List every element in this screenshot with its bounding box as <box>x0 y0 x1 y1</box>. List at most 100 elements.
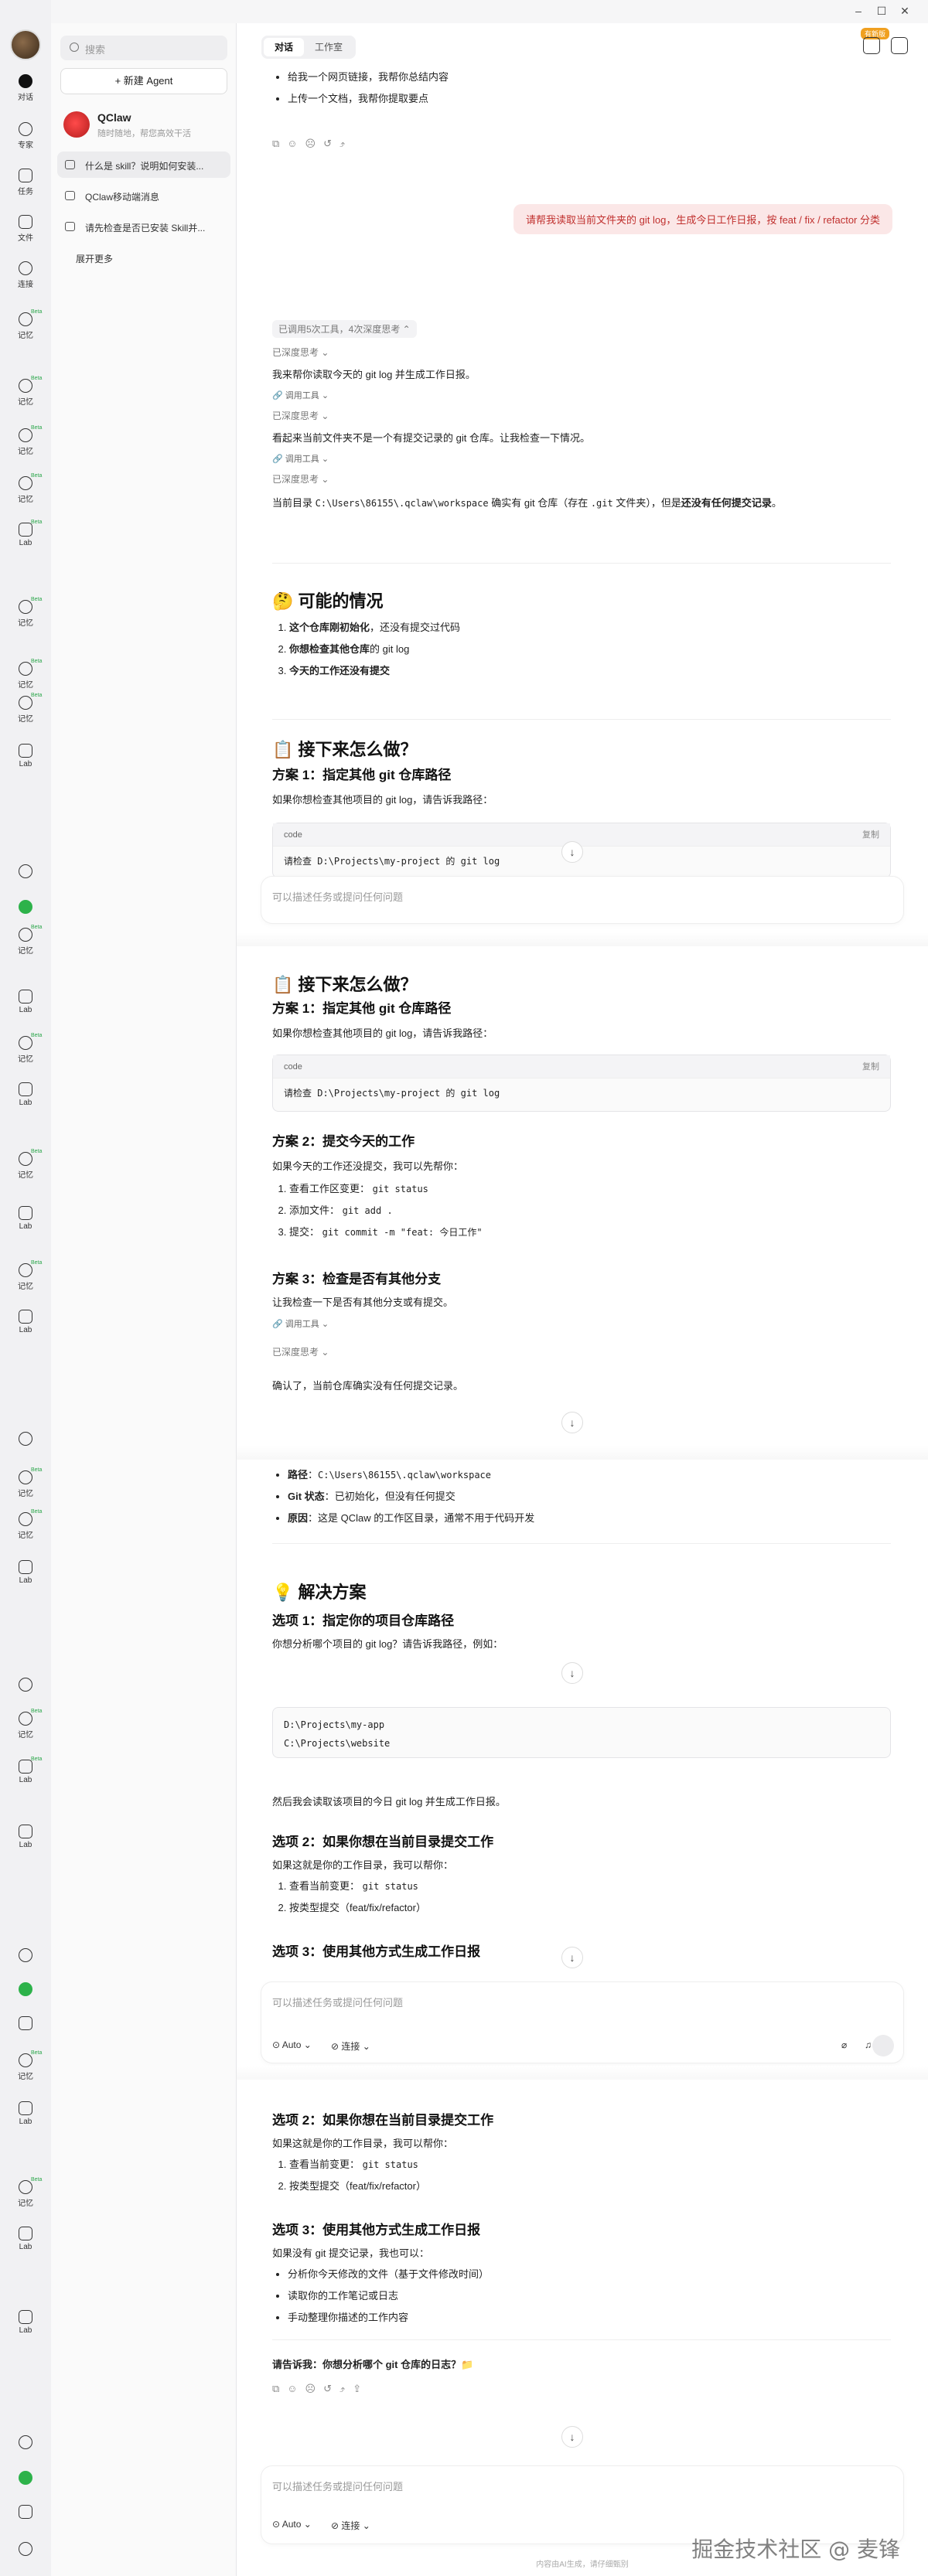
rail-memory[interactable]: Beta 记忆 <box>0 693 51 724</box>
rail-lab[interactable]: Lab <box>0 1310 51 1334</box>
attach-icon[interactable]: ⌀ <box>841 2039 847 2050</box>
settings-rail-icon[interactable] <box>0 1678 51 1694</box>
auto-mode-select[interactable]: ⊙ Auto ⌄ <box>272 2039 312 2050</box>
call-tool-toggle[interactable]: 🔗 调用工具 ⌄ <box>272 1317 329 1330</box>
settings-rail-icon[interactable] <box>0 1432 51 1448</box>
maximize-icon[interactable]: ☐ <box>874 5 889 18</box>
call-tool-toggle[interactable]: 🔗 调用工具 ⌄ <box>272 452 891 465</box>
wechat-rail-icon[interactable] <box>0 2471 51 2487</box>
message-actions[interactable]: ⧉☺☹↺⤴⇪ <box>272 2383 369 2395</box>
mic-icon[interactable]: ♫ <box>865 2039 872 2050</box>
call-tool-toggle[interactable]: 🔗 调用工具 ⌄ <box>272 389 891 401</box>
connect-select[interactable]: ⊘ 连接 ⌄ <box>331 2039 370 2053</box>
settings-rail-icon[interactable] <box>0 2542 51 2558</box>
tab-studio[interactable]: 工作室 <box>304 38 353 56</box>
send-button[interactable] <box>872 2035 894 2056</box>
rail-memory[interactable]: Beta 记忆 <box>0 2050 51 2081</box>
new-agent-button[interactable]: + 新建 Agent <box>60 68 227 94</box>
rail-experts[interactable]: 专家 <box>0 122 51 150</box>
rail-lab[interactable]: Lab <box>0 1825 51 1849</box>
tab-chat[interactable]: 对话 <box>264 38 305 56</box>
rail-lab[interactable]: Lab <box>0 744 51 768</box>
history-item[interactable]: QClaw移动端消息 <box>57 182 230 209</box>
copy-button[interactable]: 复制 <box>862 1055 879 1078</box>
rail-memory[interactable]: Beta 记忆 <box>0 1709 51 1739</box>
flask-icon <box>19 990 32 1003</box>
opt2-desc: 如果这就是你的工作目录，我可以帮你： <box>272 2138 454 2149</box>
rail-memory[interactable]: Beta 记忆 <box>0 659 51 690</box>
phone-rail-icon[interactable] <box>0 2016 51 2033</box>
connect-select[interactable]: ⊘ 连接 ⌄ <box>331 2519 370 2532</box>
divider <box>272 563 891 564</box>
chat-input[interactable]: 可以描述任务或提问任何问题 <box>261 877 903 923</box>
sidebar: 搜索 + 新建 Agent QClaw 随时随地，帮您高效干活 什么是 skil… <box>51 23 237 2576</box>
rail-memory[interactable]: Beta 记忆 <box>0 1467 51 1498</box>
user-avatar[interactable] <box>10 29 41 60</box>
panel-toggle-icon[interactable] <box>891 37 908 54</box>
plan3-heading: 方案 3：检查是否有其他分支 <box>272 1272 442 1286</box>
minimize-icon[interactable]: – <box>851 5 866 17</box>
phone-rail-icon[interactable] <box>0 2505 51 2521</box>
history-item[interactable]: 什么是 skill？说明如何安装... <box>57 152 230 178</box>
settings-rail-icon[interactable] <box>0 2435 51 2452</box>
rail-connect[interactable]: 连接 <box>0 261 51 289</box>
chat-input[interactable]: 可以描述任务或提问任何问题 ⊙ Auto ⌄ ⊘ 连接 ⌄ <box>261 2466 903 2544</box>
rail-memory[interactable]: Beta 记忆 <box>0 425 51 456</box>
wechat-rail-icon[interactable] <box>0 1982 51 1998</box>
rail-memory[interactable]: Beta 记忆 <box>0 473 51 504</box>
flask-icon <box>19 1206 32 1220</box>
chat-input[interactable]: 可以描述任务或提问任何问题 ⊙ Auto ⌄ ⊘ 连接 ⌄ ⌀ ♫ <box>261 1982 903 2063</box>
deep-think-toggle[interactable]: 已深度思考 ⌄ <box>272 409 891 422</box>
wechat-rail-icon[interactable] <box>0 900 51 916</box>
deep-think-toggle[interactable]: 已深度思考 ⌄ <box>272 346 891 359</box>
copy-button[interactable]: 复制 <box>862 823 879 847</box>
rail-tasks[interactable]: 任务 <box>0 169 51 196</box>
settings-rail-icon[interactable] <box>0 1948 51 1964</box>
settings-rail-icon[interactable] <box>0 864 51 881</box>
opt1-desc: 你想分析哪个项目的 git log？请告诉我路径，例如： <box>272 1638 503 1650</box>
rail-lab[interactable]: Beta Lab <box>0 1757 51 1784</box>
rail-memory[interactable]: Beta 记忆 <box>0 597 51 628</box>
rail-lab[interactable]: Lab <box>0 2227 51 2251</box>
scroll-down-button[interactable]: ↓ <box>561 1947 583 1968</box>
history-item[interactable]: 请先检查是否已安装 Skill并... <box>57 213 230 240</box>
chat-bubble-icon <box>65 160 75 169</box>
divider <box>272 2339 891 2340</box>
close-icon[interactable]: ✕ <box>897 5 913 18</box>
flask-icon <box>19 2310 32 2324</box>
rail-lab[interactable]: Lab <box>0 1206 51 1231</box>
scroll-down-button[interactable]: ↓ <box>561 1662 583 1684</box>
scroll-down-button[interactable]: ↓ <box>561 1412 583 1433</box>
qclaw-logo <box>63 111 90 138</box>
rail-lab[interactable]: Beta Lab <box>0 520 51 547</box>
rail-chat[interactable]: 对话 <box>0 74 51 102</box>
expand-more-button[interactable]: 展开更多 <box>57 244 230 271</box>
rail-lab[interactable]: Lab <box>0 1082 51 1107</box>
deep-think-toggle[interactable]: 已深度思考 ⌄ <box>272 472 891 486</box>
rail-lab[interactable]: Lab <box>0 2101 51 2126</box>
rail-memory[interactable]: Beta 记忆 <box>0 925 51 956</box>
scroll-down-button[interactable]: ↓ <box>561 841 583 863</box>
rail-memory[interactable]: Beta 记忆 <box>0 309 51 340</box>
rail-lab[interactable]: Lab <box>0 990 51 1014</box>
message-actions[interactable]: ⧉☺☹↺⤴ <box>272 138 353 150</box>
rail-memory[interactable]: Beta 记忆 <box>0 1149 51 1180</box>
auto-mode-select[interactable]: ⊙ Auto ⌄ <box>272 2519 312 2530</box>
scroll-down-button[interactable]: ↓ <box>561 2426 583 2448</box>
rail-lab[interactable]: Lab <box>0 2310 51 2335</box>
rail-memory[interactable]: Beta 记忆 <box>0 1033 51 1064</box>
search-input[interactable]: 搜索 <box>60 36 227 60</box>
rail-memory[interactable]: Beta 记忆 <box>0 2177 51 2208</box>
tool-summary[interactable]: 已调用5次工具，4次深度思考 ⌃ <box>272 320 417 338</box>
agent-qclaw[interactable]: QClaw 随时随地，帮您高效干活 <box>60 108 227 147</box>
share-icon[interactable] <box>863 37 880 54</box>
rail-files[interactable]: 文件 <box>0 215 51 243</box>
rail-memory[interactable]: Beta 记忆 <box>0 1260 51 1291</box>
rail-memory[interactable]: Beta 记忆 <box>0 376 51 407</box>
rail-lab[interactable]: Lab <box>0 1560 51 1585</box>
settings-icon <box>19 1948 32 1962</box>
phone-icon <box>65 191 75 200</box>
main-panel: 对话 工作室 有新版 给我一个网页链接，我帮你总结内容 上传一个文档，我帮你提取… <box>237 23 928 2576</box>
deep-think-toggle[interactable]: 已深度思考 ⌄ <box>272 1345 329 1358</box>
rail-memory[interactable]: Beta 记忆 <box>0 1509 51 1540</box>
